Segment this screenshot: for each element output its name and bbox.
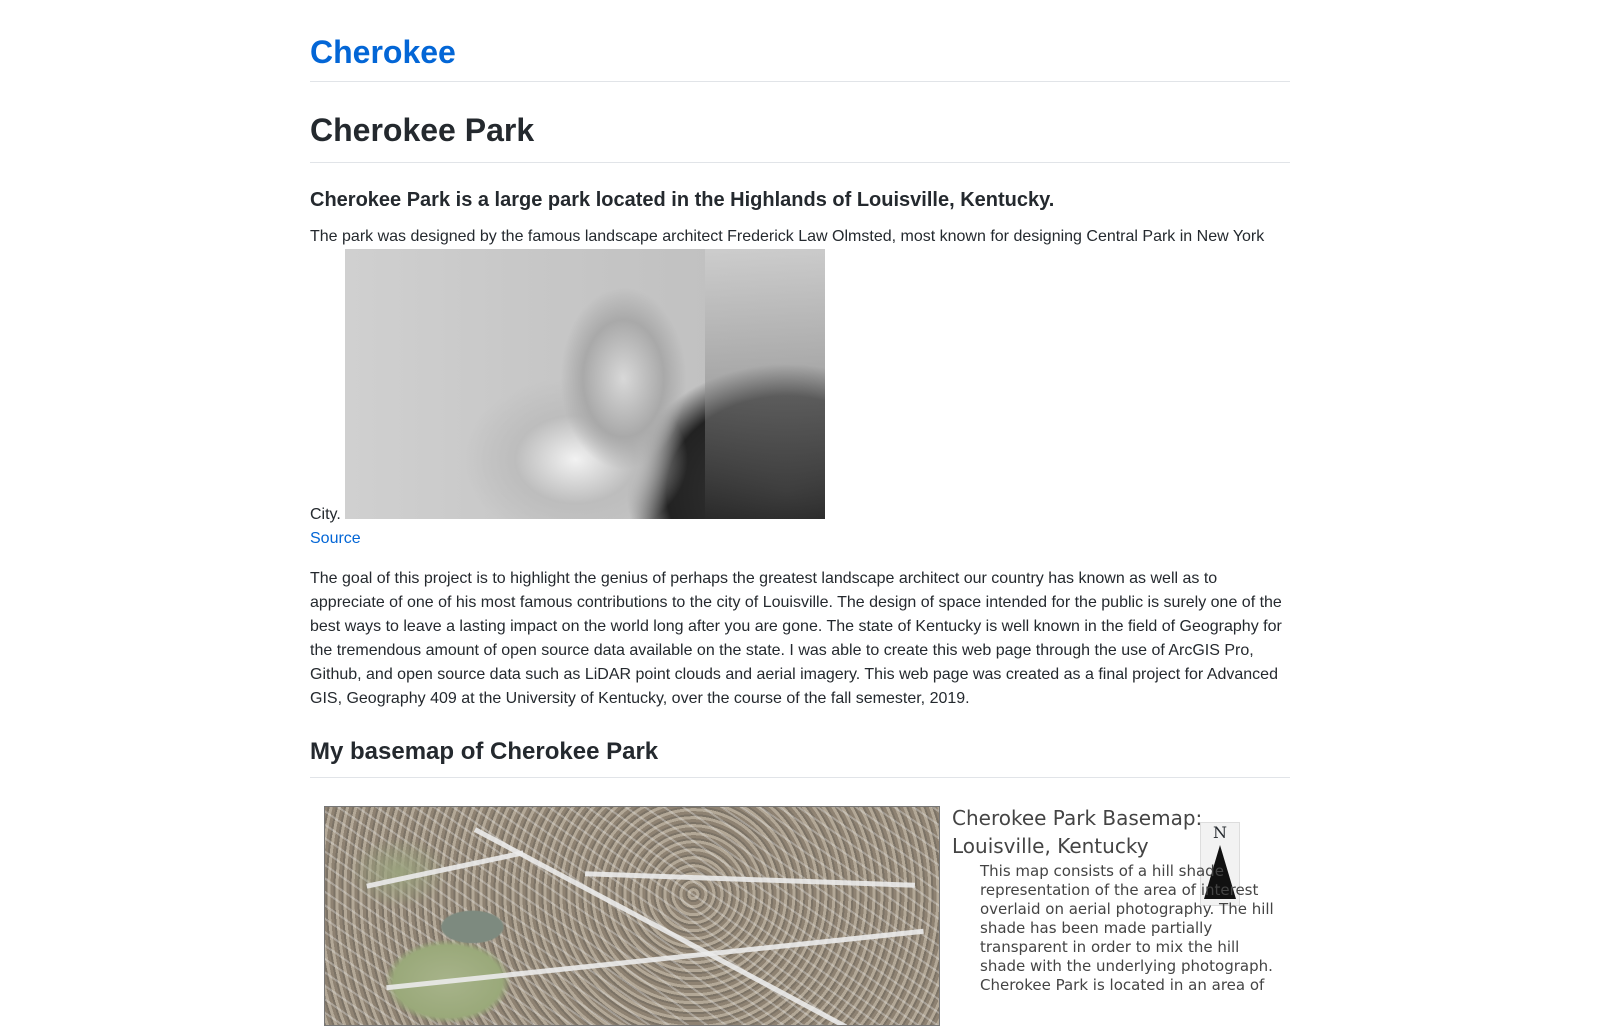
lead-heading: Cherokee Park is a large park located in… — [310, 189, 1055, 211]
site-header: Cherokee — [310, 0, 1290, 82]
basemap-heading: My basemap of Cherokee Park — [310, 735, 1290, 778]
olmsted-portrait-image — [344, 249, 825, 519]
goal-paragraph: The goal of this project is to highlight… — [310, 570, 1282, 707]
aerial-map-image — [324, 806, 940, 1026]
map-description: This map consists of a hill shade repres… — [980, 862, 1274, 994]
main-content: Cherokee Cherokee Park Cherokee Park is … — [310, 0, 1290, 1026]
map-road — [386, 928, 924, 991]
basemap-figure: N Cherokee Park Basemap: Louisville, Ken… — [310, 806, 1290, 1026]
portrait-shading — [704, 249, 825, 519]
map-title: Cherokee Park Basemap: Louisville, Kentu… — [952, 806, 1203, 858]
map-road — [366, 850, 524, 889]
map-road — [473, 827, 848, 1025]
source-link[interactable]: Source — [310, 527, 1290, 551]
site-title-link[interactable]: Cherokee — [310, 32, 456, 72]
page-title: Cherokee Park — [310, 108, 1290, 163]
map-road — [585, 871, 915, 888]
intro-paragraph: The park was designed by the famous land… — [310, 225, 1290, 527]
